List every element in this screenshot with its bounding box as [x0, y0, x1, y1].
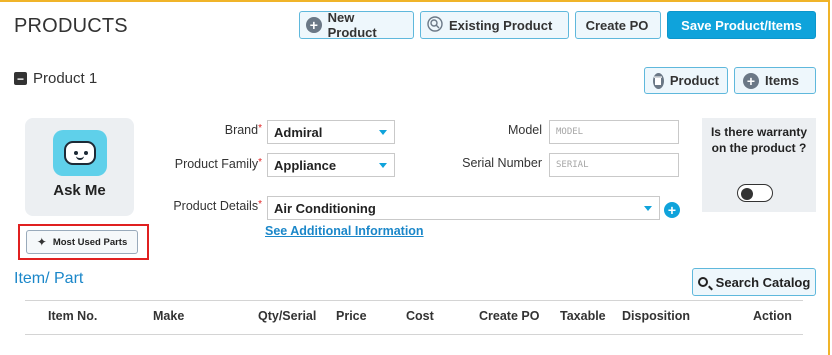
col-make: Make: [153, 309, 185, 323]
most-used-parts-label: Most Used Parts: [52, 236, 128, 248]
model-label: Model: [507, 123, 542, 137]
existing-product-button[interactable]: Existing Product: [420, 11, 569, 39]
search-catalog-button[interactable]: Search Catalog: [692, 268, 816, 296]
see-additional-info-link[interactable]: See Additional Information: [265, 224, 424, 238]
warranty-toggle[interactable]: [737, 184, 773, 202]
product-button-label: Product: [669, 73, 719, 88]
col-item-no: Item No.: [48, 309, 98, 323]
search-icon: [697, 277, 708, 287]
product-section-header[interactable]: − Product 1: [14, 70, 97, 87]
serial-number-input[interactable]: [549, 153, 679, 177]
delete-product-button[interactable]: Product: [644, 67, 728, 94]
create-po-label: Create PO: [585, 17, 649, 33]
model-input[interactable]: [549, 120, 679, 144]
items-button-label: Items: [765, 73, 799, 88]
col-qty-serial: Qty/Serial: [258, 309, 317, 323]
search-catalog-label: Search Catalog: [715, 274, 811, 290]
most-used-parts-button[interactable]: ✦ Most Used Parts: [26, 230, 138, 254]
product-details-select[interactable]: Air Conditioning: [267, 196, 660, 220]
brand-value: Admiral: [274, 124, 323, 140]
col-price: Price: [336, 309, 367, 323]
existing-product-label: Existing Product: [449, 17, 553, 33]
col-disposition: Disposition: [622, 309, 691, 323]
chevron-down-icon: [644, 206, 652, 211]
save-product-items-button[interactable]: Save Product/Items: [667, 11, 816, 39]
new-product-button[interactable]: + New Product: [299, 10, 414, 40]
add-detail-icon[interactable]: +: [664, 202, 680, 218]
brand-select[interactable]: Admiral: [267, 120, 395, 144]
page-title: PRODUCTS: [14, 15, 128, 37]
warranty-question: Is there warranty on the product ?: [710, 125, 808, 155]
ask-me-card[interactable]: Ask Me: [25, 118, 134, 216]
product-section-title: Product 1: [33, 70, 98, 87]
create-po-button[interactable]: Create PO: [575, 11, 661, 39]
warranty-card: Is there warranty on the product ?: [702, 118, 816, 212]
col-taxable: Taxable: [560, 309, 606, 323]
search-icon: [427, 15, 443, 35]
product-details-label: Product Details*: [173, 199, 262, 213]
serial-number-label: Serial Number: [462, 156, 542, 170]
trash-icon: [653, 72, 664, 89]
col-create-po: Create PO: [479, 309, 540, 323]
sparkle-icon: ✦: [36, 235, 47, 249]
toggle-knob: [741, 187, 753, 200]
add-items-button[interactable]: + Items: [734, 67, 816, 94]
chevron-down-icon: [379, 130, 387, 135]
plus-icon: +: [306, 17, 322, 33]
product-details-value: Air Conditioning: [274, 200, 376, 216]
ask-me-label: Ask Me: [53, 182, 106, 199]
new-product-label: New Product: [327, 10, 377, 40]
product-family-select[interactable]: Appliance: [267, 153, 395, 177]
table-header-divider: [25, 334, 803, 335]
product-family-value: Appliance: [274, 157, 337, 173]
product-family-label: Product Family*: [174, 157, 262, 171]
brand-label: Brand*: [224, 123, 262, 137]
chevron-down-icon: [379, 163, 387, 168]
col-action: Action: [753, 309, 792, 323]
collapse-icon[interactable]: −: [14, 72, 27, 85]
item-part-title: Item/ Part: [14, 270, 84, 287]
table-top-divider: [25, 300, 803, 301]
plus-icon: +: [743, 72, 759, 89]
col-cost: Cost: [406, 309, 434, 323]
robot-icon: [52, 130, 107, 176]
